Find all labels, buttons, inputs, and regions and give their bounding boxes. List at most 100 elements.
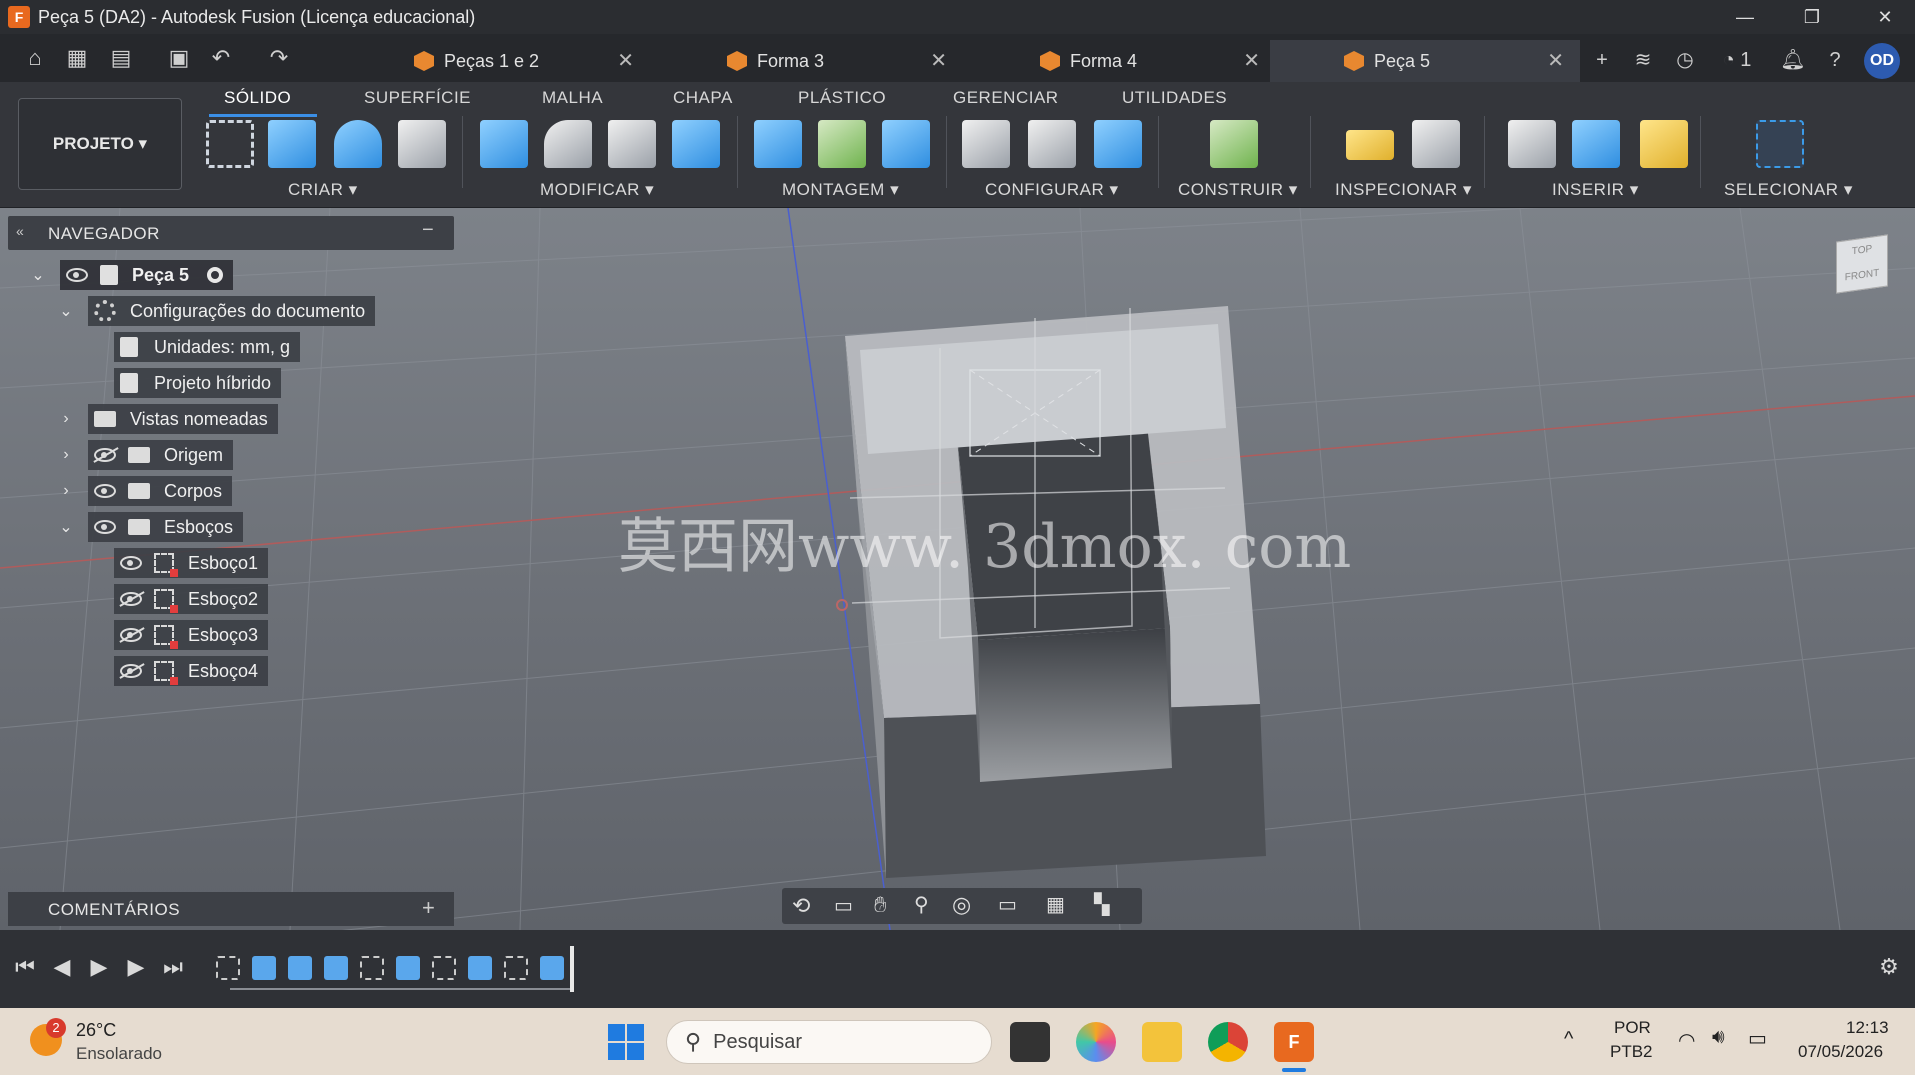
tree-item-sketch[interactable]: Esboço1 [114, 548, 269, 578]
visibility-off-eye-icon[interactable] [120, 592, 142, 606]
orbit-icon[interactable]: ⟲ [792, 893, 810, 919]
chevron-down-icon[interactable]: ⌄ [56, 301, 76, 321]
pan-hand-icon[interactable]: ✋︎ [874, 892, 887, 918]
zoom-icon[interactable]: ⚲ [914, 892, 929, 917]
tab-chapa[interactable]: CHAPA [673, 88, 733, 108]
minimize-navigator-icon[interactable]: − [422, 219, 434, 242]
close-tab-icon[interactable]: ✕ [1547, 48, 1564, 73]
fit-icon[interactable]: ◎ [952, 892, 971, 918]
timeline-extrude-icon[interactable] [288, 956, 312, 980]
timeline-extrude-icon[interactable] [324, 956, 348, 980]
section-analysis-icon[interactable] [1412, 120, 1460, 168]
look-at-icon[interactable]: ▭ [834, 893, 853, 918]
combine-icon[interactable] [672, 120, 720, 168]
show-hidden-icons-chevron-up-icon[interactable]: ^ [1564, 1028, 1573, 1051]
configure-icon[interactable] [962, 120, 1010, 168]
select-box-icon[interactable] [1756, 120, 1804, 168]
doc-tab-pecas-1-e-2[interactable]: Peças 1 e 2 ✕ [340, 40, 650, 82]
group-selecionar[interactable]: SELECIONAR ▾ [1724, 180, 1853, 200]
shell-icon[interactable] [608, 120, 656, 168]
wifi-icon[interactable]: ◠ [1678, 1028, 1695, 1053]
job-status[interactable]: ◔ 1 [1712, 46, 1762, 74]
windows-start-icon[interactable] [608, 1024, 644, 1060]
timeline-sketch-icon[interactable] [432, 956, 456, 980]
display-settings-icon[interactable]: ▭ [998, 892, 1017, 917]
fillet-icon[interactable] [544, 120, 592, 168]
go-to-start-icon[interactable]: ⏮ [10, 952, 40, 982]
apps-grid-icon[interactable]: ▦ [62, 44, 92, 72]
hole-icon[interactable] [398, 120, 446, 168]
tree-item-units[interactable]: Unidades: mm, g [114, 332, 301, 362]
group-modificar[interactable]: MODIFICAR ▾ [540, 180, 654, 200]
group-construir[interactable]: CONSTRUIR ▾ [1178, 180, 1298, 200]
group-configurar[interactable]: CONFIGURAR ▾ [985, 180, 1119, 200]
group-criar[interactable]: CRIAR ▾ [288, 180, 358, 200]
visibility-off-eye-icon[interactable] [120, 664, 142, 678]
chevron-right-icon[interactable]: › [56, 446, 76, 464]
weather-desc[interactable]: Ensolarado [76, 1044, 162, 1064]
go-to-end-icon[interactable]: ⏭ [158, 952, 188, 982]
offset-plane-icon[interactable] [1210, 120, 1258, 168]
timeline-settings-gear-icon[interactable]: ⚙ [1874, 952, 1904, 982]
collapse-panel-icon[interactable]: « [16, 223, 24, 239]
insert-mesh-icon[interactable] [1640, 120, 1688, 168]
fusion-taskbar-icon[interactable]: F [1274, 1022, 1314, 1062]
copilot-icon[interactable] [1076, 1022, 1116, 1062]
insert-derive-icon[interactable] [1508, 120, 1556, 168]
parameters-table-icon[interactable] [1028, 120, 1076, 168]
play-icon[interactable]: ▶ [84, 952, 114, 982]
doc-tab-forma-3[interactable]: Forma 3 ✕ [653, 40, 963, 82]
notifications-bell-icon[interactable]: 🔔︎ [1778, 46, 1808, 74]
add-comment-icon[interactable]: + [422, 895, 435, 921]
timeline-sketch-icon[interactable] [360, 956, 384, 980]
taskbar-search[interactable]: ⚲ Pesquisar [666, 1020, 992, 1064]
tab-solido[interactable]: SÓLIDO [224, 88, 291, 108]
visibility-off-eye-icon[interactable] [94, 448, 116, 462]
tree-item-doc-settings[interactable]: ⌄ Configurações do documento [56, 296, 376, 326]
measure-icon[interactable] [1346, 130, 1394, 160]
visibility-eye-icon[interactable] [94, 520, 116, 534]
home-icon[interactable]: ⌂ [20, 44, 50, 72]
chevron-right-icon[interactable]: › [56, 482, 76, 500]
weather-temp[interactable]: 26°C [76, 1020, 116, 1041]
volume-icon[interactable]: 🔊︎ [1712, 1026, 1725, 1049]
tree-root-peca-5[interactable]: ⌄ Peça 5 [28, 260, 234, 290]
group-inspecionar[interactable]: INSPECIONAR ▾ [1335, 180, 1472, 200]
activate-radio-icon[interactable] [207, 267, 224, 283]
insert-image-icon[interactable] [1572, 120, 1620, 168]
new-component-icon[interactable] [754, 120, 802, 168]
timeline-extrude-icon[interactable] [252, 956, 276, 980]
minimize-button[interactable]: — [1715, 0, 1775, 34]
tree-item-named-views[interactable]: › Vistas nomeadas [56, 404, 278, 434]
help-icon[interactable]: ? [1820, 46, 1850, 74]
viewcube[interactable]: TOP FRONT [1836, 234, 1888, 294]
tab-plastico[interactable]: PLÁSTICO [798, 88, 886, 108]
visibility-off-eye-icon[interactable] [120, 628, 142, 642]
as-built-joint-icon[interactable] [882, 120, 930, 168]
timeline-extrude-icon[interactable] [468, 956, 492, 980]
restore-button[interactable]: ❐ [1782, 0, 1842, 34]
tree-item-origin[interactable]: › Origem [56, 440, 234, 470]
undo-icon[interactable]: ↶ [206, 44, 236, 72]
group-inserir[interactable]: INSERIR ▾ [1552, 180, 1639, 200]
timeline-extrude-icon[interactable] [396, 956, 420, 980]
create-sketch-icon[interactable] [206, 120, 254, 168]
chrome-icon[interactable] [1208, 1022, 1248, 1062]
configuration-rules-icon[interactable] [1094, 120, 1142, 168]
visibility-eye-icon[interactable] [66, 268, 88, 282]
close-tab-icon[interactable]: ✕ [617, 48, 634, 73]
timeline-extrude-icon[interactable] [540, 956, 564, 980]
joint-icon[interactable] [818, 120, 866, 168]
tab-utilidades[interactable]: UTILIDADES [1122, 88, 1227, 108]
redo-icon[interactable]: ↷ [264, 44, 294, 72]
press-pull-icon[interactable] [480, 120, 528, 168]
new-tab-icon[interactable]: + [1587, 46, 1617, 74]
file-explorer-icon[interactable] [1142, 1022, 1182, 1062]
visibility-eye-icon[interactable] [120, 556, 142, 570]
tab-malha[interactable]: MALHA [542, 88, 603, 108]
task-view-icon[interactable] [1010, 1022, 1050, 1062]
close-window-button[interactable]: ✕ [1855, 0, 1915, 34]
workspace-switcher[interactable]: PROJETO ▾ [18, 98, 182, 190]
viewports-icon[interactable]: ▚ [1094, 892, 1109, 917]
group-montagem[interactable]: MONTAGEM ▾ [782, 180, 899, 200]
